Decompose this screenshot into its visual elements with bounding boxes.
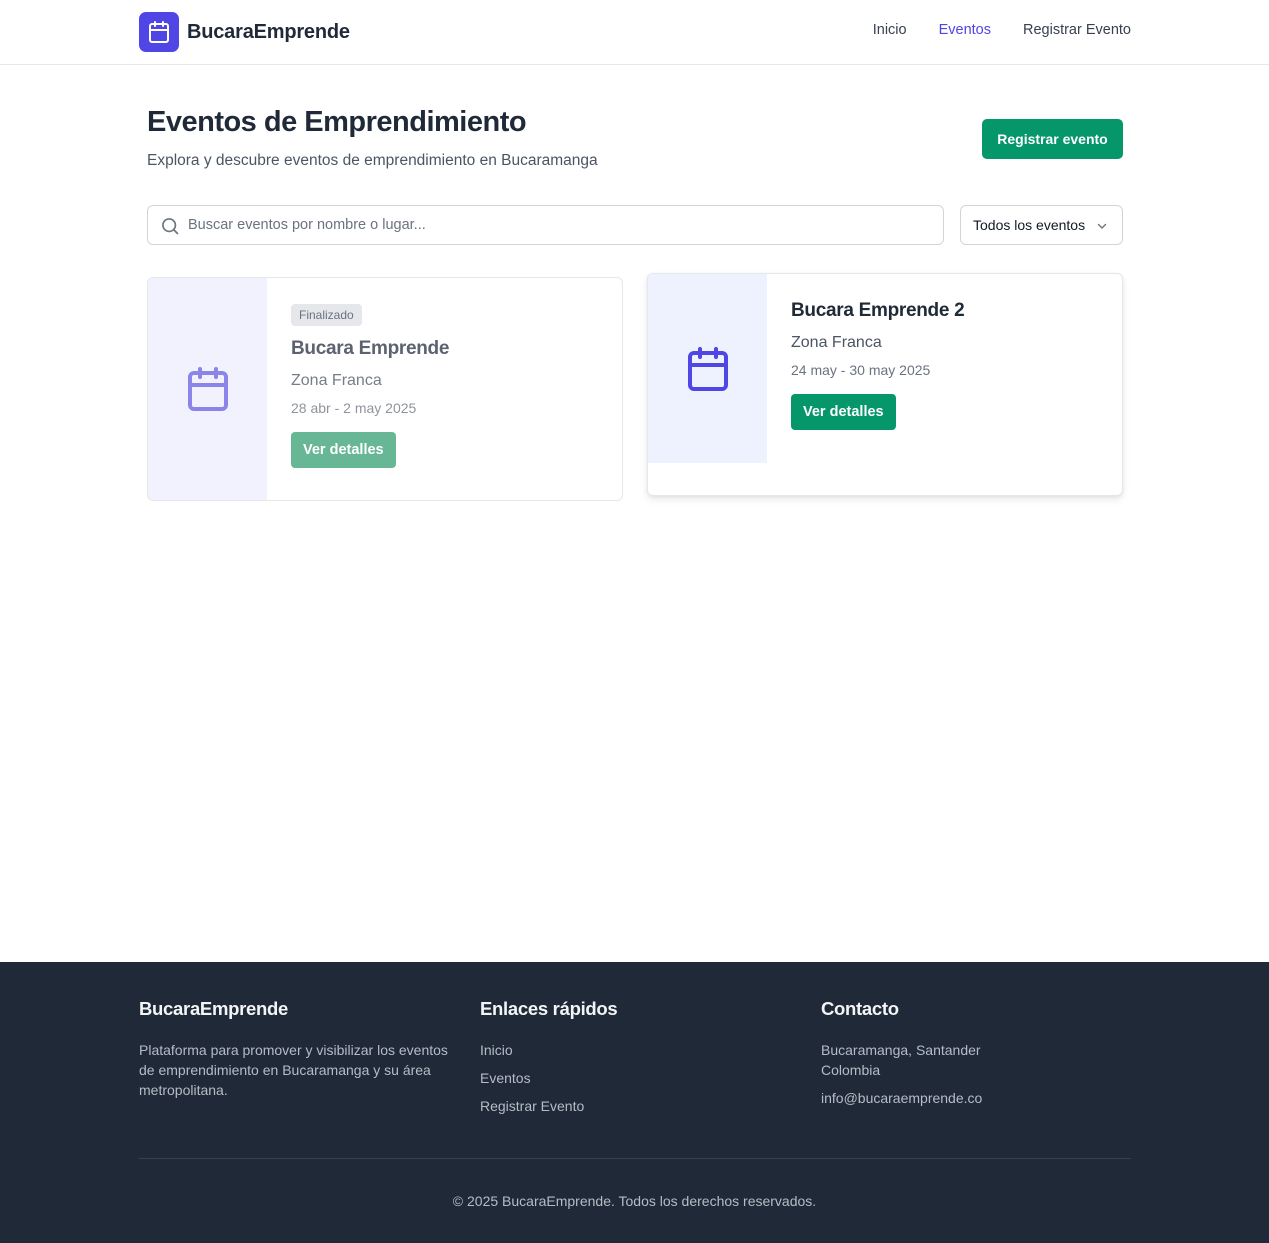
footer-description: Plataforma para promover y visibilizar l… xyxy=(139,1042,448,1098)
event-card-media xyxy=(148,278,267,500)
footer-divider xyxy=(139,1158,1131,1159)
brand-logo[interactable]: BucaraEmprende xyxy=(139,12,350,52)
footer-link-eventos[interactable]: Eventos xyxy=(480,1070,531,1086)
nav-item-eventos[interactable]: Eventos xyxy=(939,22,991,38)
chevron-down-icon xyxy=(1097,223,1107,229)
footer-links-title: Enlaces rápidos xyxy=(480,998,618,1019)
view-details-button[interactable]: Ver detalles xyxy=(291,432,396,468)
footer-email: info@bucaraemprende.co xyxy=(821,1090,983,1106)
footer-copyright: © 2025 BucaraEmprende. Todos los derecho… xyxy=(452,1193,817,1209)
footer-about: BucaraEmprende Plataforma para promover … xyxy=(139,998,449,1100)
event-title: Bucara Emprende xyxy=(291,338,450,359)
site-footer: BucaraEmprende Plataforma para promover … xyxy=(0,962,1269,1243)
main-nav: Inicio Eventos Registrar Evento xyxy=(873,22,1131,38)
event-place: Zona Franca xyxy=(291,372,382,389)
calendar-icon xyxy=(187,367,228,411)
calendar-icon xyxy=(139,12,179,52)
event-card: Bucara Emprende 2 Zona Franca 24 may - 3… xyxy=(647,273,1123,496)
page-title: Eventos de Emprendimiento xyxy=(147,106,527,138)
top-header: BucaraEmprende Inicio Eventos Registrar … xyxy=(0,0,1269,65)
brand-name: BucaraEmprende xyxy=(187,20,350,43)
search-input[interactable] xyxy=(148,206,943,244)
footer-contact: Contacto Bucaramanga, Santander Colombia… xyxy=(821,998,1021,1108)
event-card-body: Bucara Emprende 2 Zona Franca 24 may - 3… xyxy=(791,300,1106,430)
nav-item-inicio[interactable]: Inicio xyxy=(873,22,907,38)
register-event-button[interactable]: Registrar evento xyxy=(982,119,1123,159)
event-title: Bucara Emprende 2 xyxy=(791,300,965,321)
footer-address: Bucaramanga, Santander Colombia xyxy=(821,1042,981,1078)
calendar-icon xyxy=(687,346,728,391)
page-subtitle: Explora y descubre eventos de emprendimi… xyxy=(147,152,598,169)
search-box xyxy=(147,205,944,245)
footer-links: Enlaces rápidos Inicio Eventos Registrar… xyxy=(480,998,618,1126)
event-place: Zona Franca xyxy=(791,334,882,351)
status-badge: Finalizado xyxy=(291,304,362,326)
filter-selected-value: Todos los eventos xyxy=(973,217,1086,233)
nav-item-registrar-evento[interactable]: Registrar Evento xyxy=(1023,22,1131,38)
view-details-button[interactable]: Ver detalles xyxy=(791,394,896,430)
footer-link-registrar-evento[interactable]: Registrar Evento xyxy=(480,1098,584,1114)
event-card-media xyxy=(648,274,767,463)
footer-contact-title: Contacto xyxy=(821,998,899,1019)
search-icon xyxy=(162,218,179,235)
event-dates: 24 may - 30 may 2025 xyxy=(791,362,931,378)
footer-link-inicio[interactable]: Inicio xyxy=(480,1042,513,1058)
event-filter-select[interactable]: Todos los eventos xyxy=(960,205,1123,245)
event-card: Finalizado Bucara Emprende Zona Franca 2… xyxy=(147,277,623,501)
event-dates: 28 abr - 2 may 2025 xyxy=(291,400,417,416)
footer-brand: BucaraEmprende xyxy=(139,998,288,1019)
event-card-body: Finalizado Bucara Emprende Zona Franca 2… xyxy=(291,304,606,468)
